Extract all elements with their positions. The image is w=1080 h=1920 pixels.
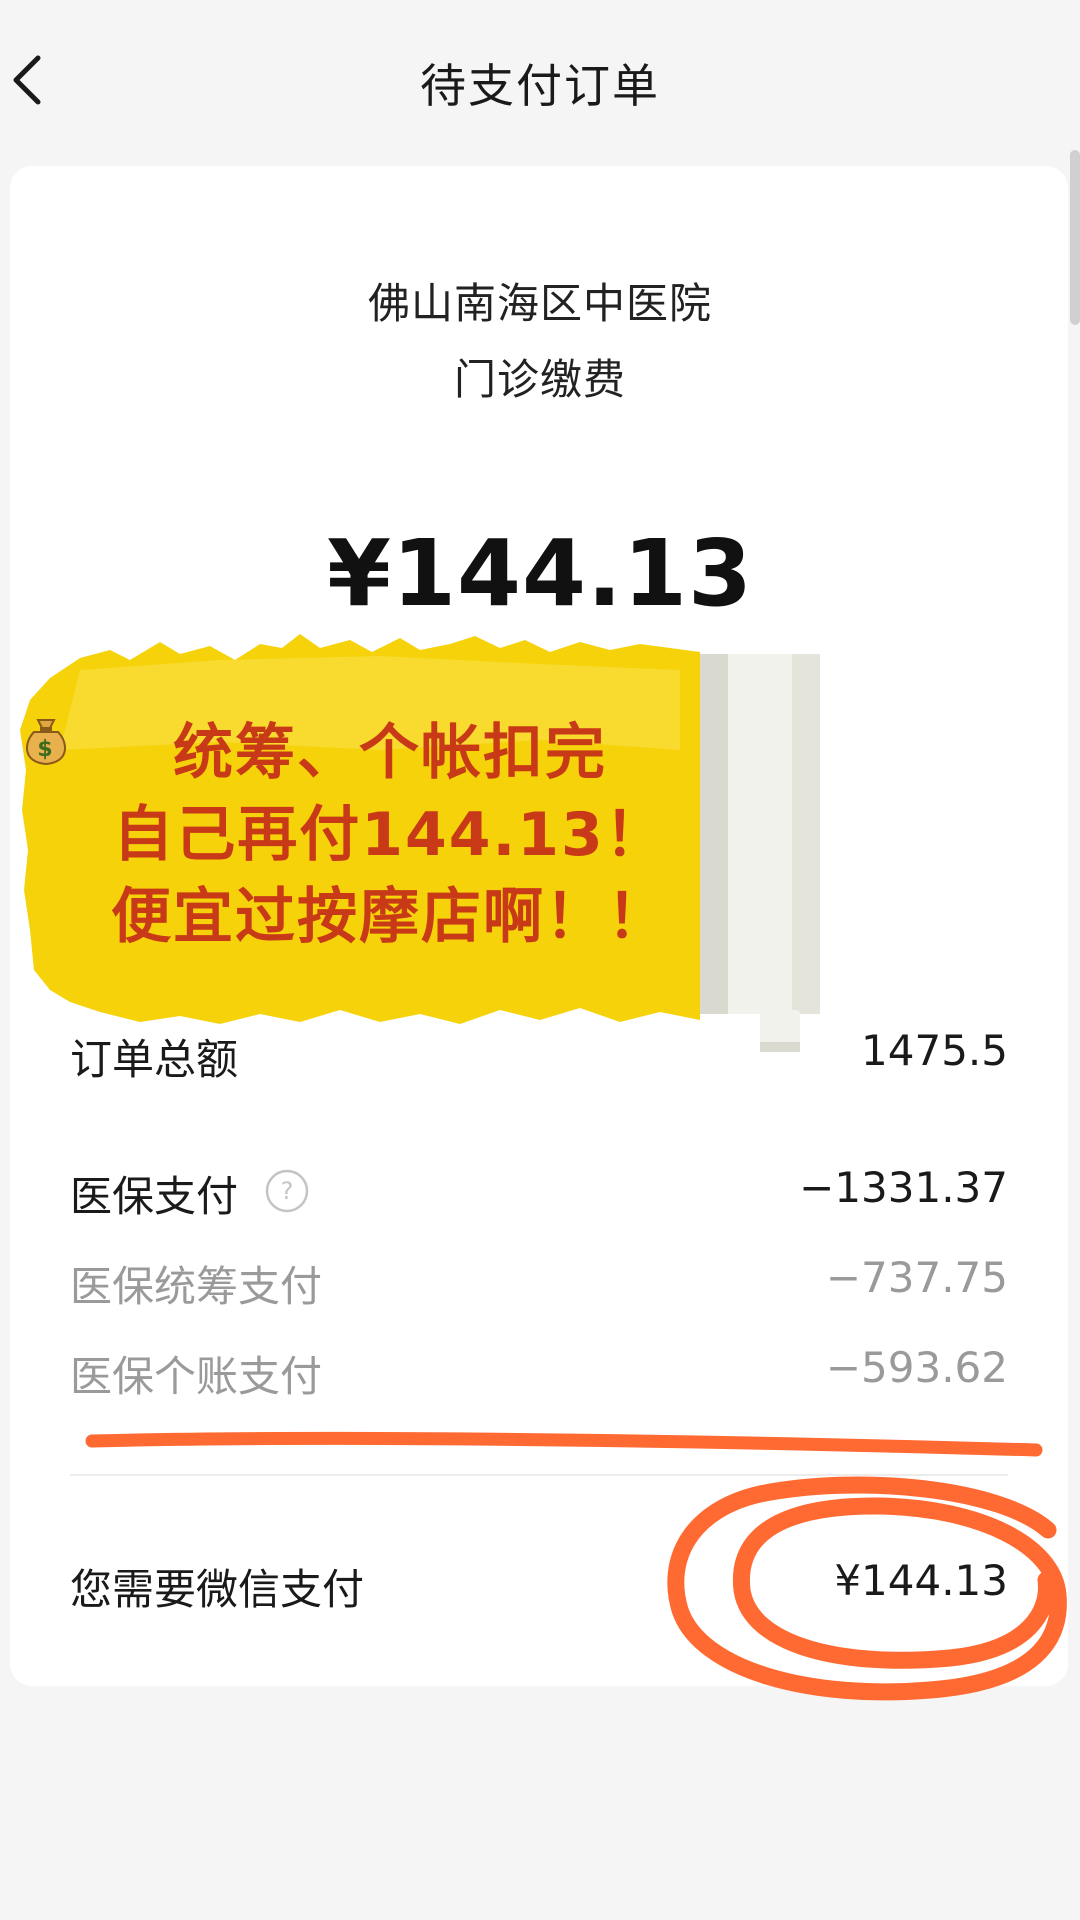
sticker-line-2-suffix: 144.13！ bbox=[361, 800, 667, 870]
meme-sticker: 统筹、个帐扣完 自己再付 $ 144.13！ 便宜过按摩店啊！！ bbox=[20, 630, 870, 1080]
sticker-line-2-prefix: 自己再付 bbox=[113, 800, 362, 870]
sticker-line-3: 便宜过按摩店啊！！ bbox=[111, 882, 669, 952]
svg-text:$: $ bbox=[37, 737, 54, 762]
underline-stroke bbox=[85, 1431, 1043, 1457]
sticker-line-2: 自己再付 $ 144.13！ bbox=[20, 719, 760, 876]
circle-stroke bbox=[667, 1476, 1067, 1701]
sticker-line-1: 统筹、个帐扣完 bbox=[173, 718, 607, 788]
money-bag-icon: $ bbox=[26, 719, 66, 766]
